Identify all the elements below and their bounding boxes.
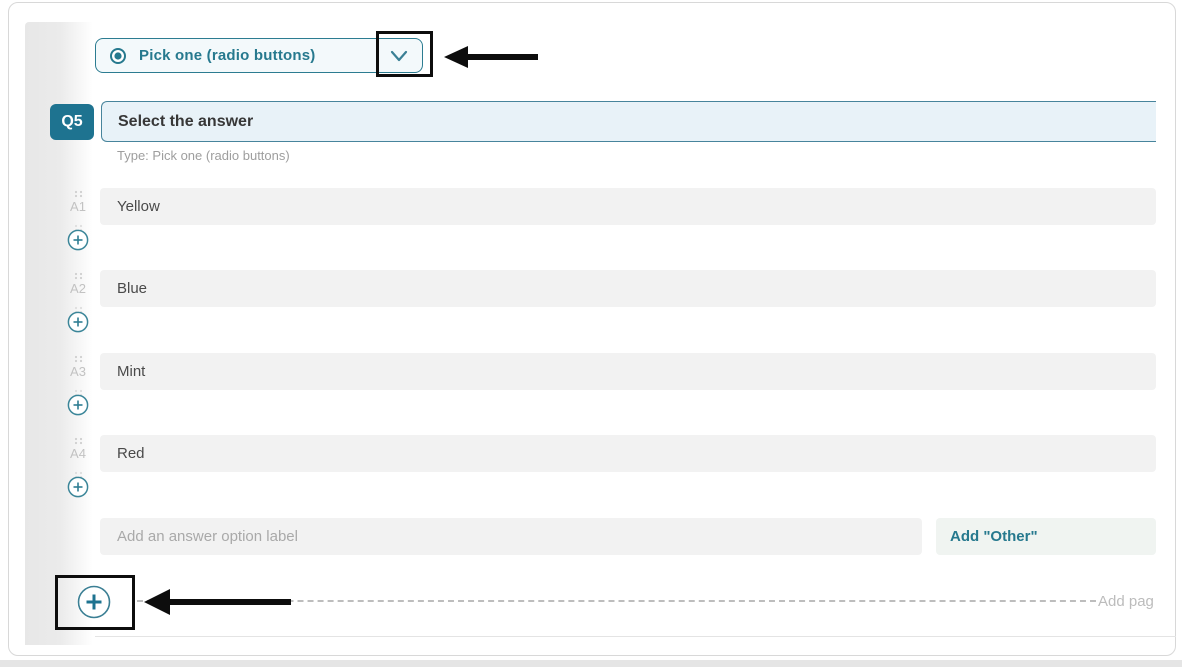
arrow-shaft — [168, 599, 291, 605]
annotation-box-add-page — [55, 575, 135, 630]
radio-selected-icon — [109, 47, 127, 65]
add-answer-input[interactable] — [100, 518, 922, 555]
arrow-head — [444, 46, 468, 68]
drag-handle-icon[interactable] — [73, 219, 85, 227]
drag-handle-icon[interactable] — [73, 432, 85, 440]
annotation-arrow-add-page — [144, 589, 291, 615]
answer-option-field[interactable]: Yellow — [100, 188, 1156, 225]
question-type-caption: Type: Pick one (radio buttons) — [117, 148, 290, 163]
answer-row: A2 Blue — [0, 270, 1182, 345]
survey-builder-screen: Pick one (radio buttons) Q5 Type: Pick o… — [0, 0, 1182, 667]
plus-circle-icon — [67, 476, 89, 498]
plus-circle-icon — [67, 229, 89, 251]
bottom-edge-bar — [0, 660, 1182, 667]
question-type-label: Pick one (radio buttons) — [139, 47, 315, 64]
add-page-label: Add pag — [1098, 593, 1172, 610]
answer-id-label: A2 — [64, 281, 92, 296]
answer-id-label: A3 — [64, 364, 92, 379]
insert-answer-button[interactable] — [67, 394, 89, 416]
question-number-badge: Q5 — [50, 104, 94, 140]
answer-row: A1 Yellow — [0, 188, 1182, 263]
drag-handle-icon[interactable] — [73, 466, 85, 474]
answer-id-label: A1 — [64, 199, 92, 214]
drag-handle-icon[interactable] — [73, 350, 85, 358]
insert-answer-button[interactable] — [67, 476, 89, 498]
insert-answer-button[interactable] — [67, 229, 89, 251]
plus-circle-icon — [67, 394, 89, 416]
answer-option-field[interactable]: Red — [100, 435, 1156, 472]
answer-row: A3 Mint — [0, 353, 1182, 428]
annotation-box-dropdown-chevron — [376, 31, 433, 77]
insert-answer-button[interactable] — [67, 311, 89, 333]
annotation-arrow-dropdown — [444, 46, 538, 68]
answer-option-field[interactable]: Blue — [100, 270, 1156, 307]
add-other-button[interactable]: Add "Other" — [936, 518, 1156, 555]
drag-handle-icon[interactable] — [73, 267, 85, 275]
answer-option-field[interactable]: Mint — [100, 353, 1156, 390]
answer-row: A4 Red — [0, 435, 1182, 510]
answer-id-label: A4 — [64, 446, 92, 461]
arrow-head — [144, 589, 170, 615]
plus-circle-icon — [67, 311, 89, 333]
drag-handle-icon[interactable] — [73, 301, 85, 309]
drag-handle-icon[interactable] — [73, 185, 85, 193]
question-text-input[interactable] — [101, 101, 1156, 142]
question-type-dropdown[interactable]: Pick one (radio buttons) — [95, 38, 423, 73]
page-bottom-divider — [95, 636, 1176, 637]
arrow-shaft — [466, 54, 538, 60]
drag-handle-icon[interactable] — [73, 384, 85, 392]
